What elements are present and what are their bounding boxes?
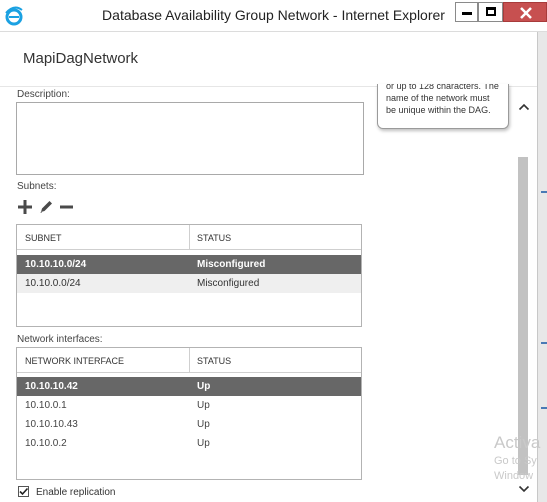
column-separator	[189, 225, 190, 249]
edit-pencil-icon[interactable]	[38, 199, 54, 215]
interface-cell: 10.10.10.42	[25, 381, 78, 392]
close-icon	[520, 7, 532, 19]
minimize-icon	[462, 12, 472, 15]
interface-cell: 10.10.10.43	[25, 419, 78, 430]
activation-watermark-title: Activa	[494, 433, 541, 452]
scroll-down-arrow-icon[interactable]	[517, 482, 531, 496]
edge-marker	[541, 342, 547, 344]
status-cell: Up	[197, 400, 210, 411]
page-title: MapiDagNetwork	[23, 50, 139, 67]
maximize-icon	[486, 7, 496, 16]
network-interfaces-table: NETWORK INTERFACE STATUS 10.10.10.42 Up …	[16, 347, 362, 480]
column-header-network-interface[interactable]: NETWORK INTERFACE	[25, 356, 124, 366]
table-row[interactable]: 10.10.10.43 Up	[17, 415, 361, 434]
status-cell: Up	[197, 381, 211, 392]
activation-watermark-line: Go to Sy	[494, 455, 537, 467]
status-cell: Misconfigured	[197, 278, 260, 289]
edge-marker	[541, 407, 547, 409]
remove-icon[interactable]	[59, 199, 75, 215]
description-field[interactable]	[16, 102, 364, 175]
add-icon[interactable]	[17, 199, 33, 215]
subnets-label: Subnets:	[17, 181, 57, 192]
scrollbar-thumb[interactable]	[518, 157, 528, 475]
interfaces-table-body: 10.10.10.42 Up 10.10.0.1 Up 10.10.10.43 …	[17, 377, 361, 453]
network-interfaces-label: Network interfaces:	[17, 334, 103, 345]
subnets-table: SUBNET STATUS 10.10.10.0/24 Misconfigure…	[16, 224, 362, 327]
status-cell: Misconfigured	[197, 259, 266, 270]
status-cell: Up	[197, 419, 210, 430]
edge-marker	[541, 191, 547, 193]
tooltip-line: be unique within the DAG.	[386, 105, 491, 115]
enable-replication-label: Enable replication	[36, 487, 116, 498]
subnets-table-body: 10.10.10.0/24 Misconfigured 10.10.0.0/24…	[17, 255, 361, 293]
close-button[interactable]	[503, 2, 547, 22]
enable-replication-checkbox[interactable]	[18, 486, 29, 497]
scroll-up-arrow-icon[interactable]	[517, 100, 531, 114]
help-tooltip: or up to 128 characters. The name of the…	[377, 84, 509, 129]
table-row[interactable]: 10.10.0.0/24 Misconfigured	[17, 274, 361, 293]
maximize-button[interactable]	[478, 2, 503, 22]
subnet-cell: 10.10.10.0/24	[25, 259, 87, 270]
column-separator	[189, 348, 190, 372]
table-row[interactable]: 10.10.10.0/24 Misconfigured	[17, 255, 361, 274]
interfaces-table-header: NETWORK INTERFACE STATUS	[17, 348, 361, 373]
table-row[interactable]: 10.10.10.42 Up	[17, 377, 361, 396]
column-header-status[interactable]: STATUS	[197, 356, 231, 366]
title-bar: Database Availability Group Network - In…	[0, 0, 547, 32]
subnets-table-header: SUBNET STATUS	[17, 225, 361, 250]
tooltip-line: or up to 128 characters. The	[386, 84, 499, 91]
window-edge	[537, 32, 547, 502]
description-label: Description:	[17, 89, 70, 100]
interface-cell: 10.10.0.1	[25, 400, 67, 411]
column-header-status[interactable]: STATUS	[197, 233, 231, 243]
status-cell: Up	[197, 438, 210, 449]
table-row[interactable]: 10.10.0.1 Up	[17, 396, 361, 415]
checkmark-icon	[19, 487, 29, 496]
interface-cell: 10.10.0.2	[25, 438, 67, 449]
minimize-button[interactable]	[455, 2, 478, 22]
table-row[interactable]: 10.10.0.2 Up	[17, 434, 361, 453]
column-header-subnet[interactable]: SUBNET	[25, 233, 62, 243]
tooltip-text: or up to 128 characters. The name of the…	[386, 84, 506, 116]
tooltip-line: name of the network must	[386, 93, 490, 103]
activation-watermark-line: Window	[494, 470, 534, 482]
subnet-cell: 10.10.0.0/24	[25, 278, 81, 289]
